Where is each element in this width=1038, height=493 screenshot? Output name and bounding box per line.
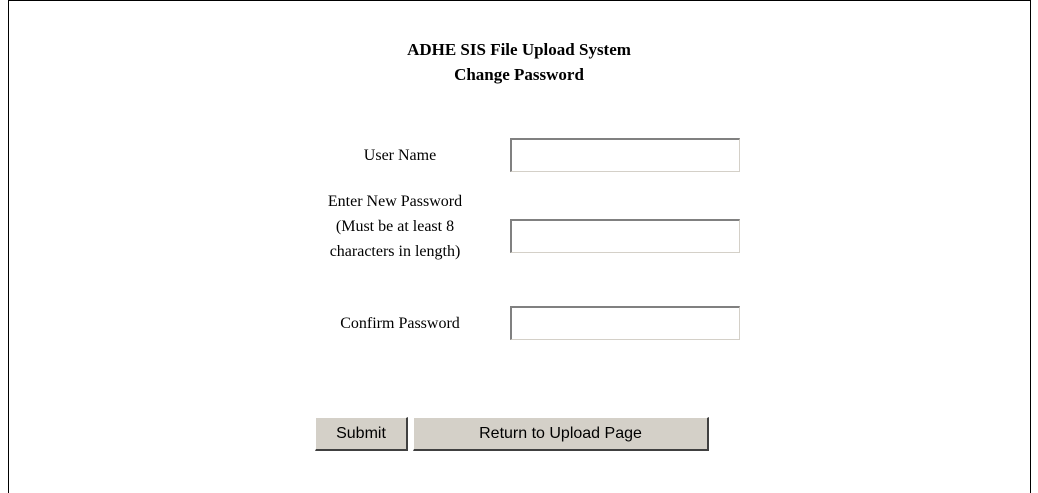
new-password-label-line3: characters in length)	[329, 243, 461, 260]
return-to-upload-page-button[interactable]: Return to Upload Page	[413, 417, 709, 451]
confirm-password-field[interactable]	[510, 306, 740, 340]
page-header: ADHE SIS File Upload System Change Passw…	[0, 37, 1038, 87]
new-password-label: Enter New Password (Must be at least 8 c…	[280, 189, 510, 264]
page-subtitle: Change Password	[454, 65, 584, 84]
new-password-label-line2: (Must be at least 8	[335, 218, 455, 235]
confirm-password-label: Confirm Password	[340, 315, 460, 332]
user-name-label: User Name	[363, 147, 437, 164]
page-title: ADHE SIS File Upload System	[407, 40, 631, 59]
user-name-field[interactable]	[510, 138, 740, 172]
new-password-label-line1: Enter New Password	[327, 193, 463, 210]
new-password-field[interactable]	[510, 219, 740, 253]
submit-button[interactable]: Submit	[315, 417, 408, 451]
